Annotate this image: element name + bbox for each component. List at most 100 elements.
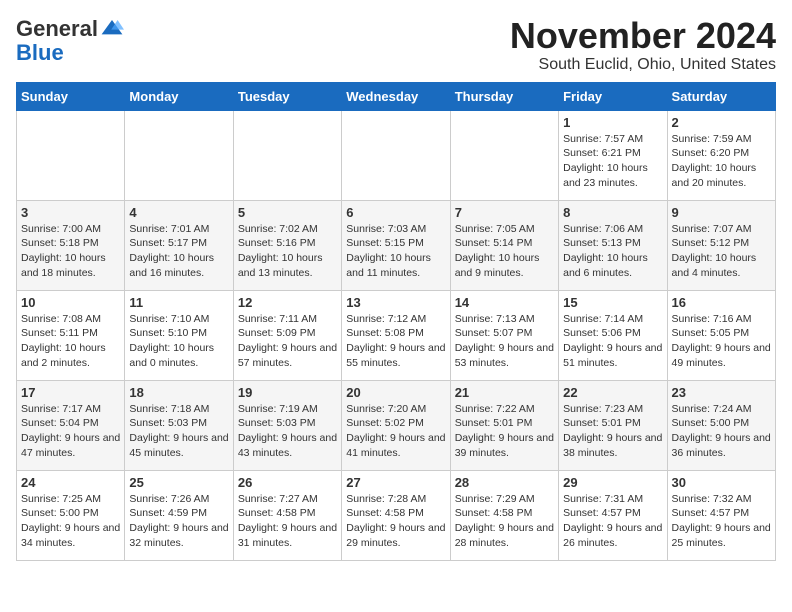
page-title: November 2024 [510, 16, 776, 56]
day-info: Sunrise: 7:02 AMSunset: 5:16 PMDaylight:… [238, 222, 337, 281]
weekday-header: Saturday [667, 82, 775, 110]
calendar-cell: 4 Sunrise: 7:01 AMSunset: 5:17 PMDaylight… [125, 200, 233, 290]
day-number: 18 [129, 385, 228, 400]
day-number: 8 [563, 205, 662, 220]
calendar-cell: 24 Sunrise: 7:25 AMSunset: 5:00 PMDayligh… [17, 470, 125, 560]
calendar-cell: 11 Sunrise: 7:10 AMSunset: 5:10 PMDayligh… [125, 290, 233, 380]
calendar-cell: 18 Sunrise: 7:18 AMSunset: 5:03 PMDayligh… [125, 380, 233, 470]
calendar-cell: 8Sunrise: 7:06 AMSunset: 5:13 PMDaylight… [559, 200, 667, 290]
day-number: 12 [238, 295, 337, 310]
calendar-cell: 2 Sunrise: 7:59 AMSunset: 6:20 PMDaylight… [667, 110, 775, 200]
day-number: 27 [346, 475, 445, 490]
calendar-table: SundayMondayTuesdayWednesdayThursdayFrid… [16, 82, 776, 561]
day-number: 23 [672, 385, 771, 400]
day-number: 15 [563, 295, 662, 310]
day-number: 20 [346, 385, 445, 400]
day-number: 16 [672, 295, 771, 310]
day-number: 28 [455, 475, 554, 490]
day-number: 25 [129, 475, 228, 490]
day-number: 21 [455, 385, 554, 400]
day-info: Sunrise: 7:27 AMSunset: 4:58 PMDaylight:… [238, 492, 337, 551]
calendar-cell: 26 Sunrise: 7:27 AMSunset: 4:58 PMDayligh… [233, 470, 341, 560]
day-info: Sunrise: 7:31 AMSunset: 4:57 PMDaylight:… [563, 492, 662, 551]
calendar-cell: 6 Sunrise: 7:03 AMSunset: 5:15 PMDaylight… [342, 200, 450, 290]
calendar-cell: 29Sunrise: 7:31 AMSunset: 4:57 PMDayligh… [559, 470, 667, 560]
day-info: Sunrise: 7:12 AMSunset: 5:08 PMDaylight:… [346, 312, 445, 371]
day-info: Sunrise: 7:01 AMSunset: 5:17 PMDaylight:… [129, 222, 228, 281]
calendar-cell [233, 110, 341, 200]
calendar-cell: 16 Sunrise: 7:16 AMSunset: 5:05 PMDayligh… [667, 290, 775, 380]
day-info: Sunrise: 7:03 AMSunset: 5:15 PMDaylight:… [346, 222, 445, 281]
day-number: 30 [672, 475, 771, 490]
calendar-cell: 23 Sunrise: 7:24 AMSunset: 5:00 PMDayligh… [667, 380, 775, 470]
logo: General Blue [16, 16, 124, 66]
calendar-cell: 22Sunrise: 7:23 AMSunset: 5:01 PMDayligh… [559, 380, 667, 470]
calendar-cell: 10 Sunrise: 7:08 AMSunset: 5:11 PMDayligh… [17, 290, 125, 380]
calendar-cell [17, 110, 125, 200]
day-number: 19 [238, 385, 337, 400]
day-info: Sunrise: 7:18 AMSunset: 5:03 PMDaylight:… [129, 402, 228, 461]
day-number: 6 [346, 205, 445, 220]
day-number: 9 [672, 205, 771, 220]
calendar-cell: 20 Sunrise: 7:20 AMSunset: 5:02 PMDayligh… [342, 380, 450, 470]
title-block: November 2024 South Euclid, Ohio, United… [510, 16, 776, 74]
calendar-cell: 27 Sunrise: 7:28 AMSunset: 4:58 PMDayligh… [342, 470, 450, 560]
day-info: Sunrise: 7:32 AMSunset: 4:57 PMDaylight:… [672, 492, 771, 551]
day-info: Sunrise: 7:20 AMSunset: 5:02 PMDaylight:… [346, 402, 445, 461]
calendar-cell: 5 Sunrise: 7:02 AMSunset: 5:16 PMDaylight… [233, 200, 341, 290]
day-info: Sunrise: 7:24 AMSunset: 5:00 PMDaylight:… [672, 402, 771, 461]
calendar-cell [125, 110, 233, 200]
day-number: 13 [346, 295, 445, 310]
calendar-cell: 14 Sunrise: 7:13 AMSunset: 5:07 PMDayligh… [450, 290, 558, 380]
calendar-cell: 25 Sunrise: 7:26 AMSunset: 4:59 PMDayligh… [125, 470, 233, 560]
calendar-cell: 17Sunrise: 7:17 AMSunset: 5:04 PMDayligh… [17, 380, 125, 470]
weekday-header: Thursday [450, 82, 558, 110]
weekday-header: Sunday [17, 82, 125, 110]
calendar-cell [450, 110, 558, 200]
calendar-cell: 30 Sunrise: 7:32 AMSunset: 4:57 PMDayligh… [667, 470, 775, 560]
calendar-cell: 9Sunrise: 7:07 AMSunset: 5:12 PMDaylight… [667, 200, 775, 290]
day-info: Sunrise: 7:23 AMSunset: 5:01 PMDaylight:… [563, 402, 662, 461]
page-header: General Blue November 2024 South Euclid,… [16, 16, 776, 74]
calendar-cell: 1 Sunrise: 7:57 AMSunset: 6:21 PMDaylight… [559, 110, 667, 200]
page-subtitle: South Euclid, Ohio, United States [510, 56, 776, 74]
day-info: Sunrise: 7:10 AMSunset: 5:10 PMDaylight:… [129, 312, 228, 371]
weekday-header: Friday [559, 82, 667, 110]
logo-general-text: General [16, 18, 98, 40]
calendar-cell: 7Sunrise: 7:05 AMSunset: 5:14 PMDaylight… [450, 200, 558, 290]
day-number: 4 [129, 205, 228, 220]
day-info: Sunrise: 7:22 AMSunset: 5:01 PMDaylight:… [455, 402, 554, 461]
day-info: Sunrise: 7:57 AMSunset: 6:21 PMDaylight:… [563, 132, 662, 191]
day-number: 26 [238, 475, 337, 490]
day-info: Sunrise: 7:16 AMSunset: 5:05 PMDaylight:… [672, 312, 771, 371]
day-info: Sunrise: 7:28 AMSunset: 4:58 PMDaylight:… [346, 492, 445, 551]
day-number: 10 [21, 295, 120, 310]
day-info: Sunrise: 7:59 AMSunset: 6:20 PMDaylight:… [672, 132, 771, 191]
weekday-header: Tuesday [233, 82, 341, 110]
day-info: Sunrise: 7:29 AMSunset: 4:58 PMDaylight:… [455, 492, 554, 551]
day-number: 14 [455, 295, 554, 310]
calendar-cell: 21 Sunrise: 7:22 AMSunset: 5:01 PMDayligh… [450, 380, 558, 470]
day-number: 5 [238, 205, 337, 220]
day-info: Sunrise: 7:14 AMSunset: 5:06 PMDaylight:… [563, 312, 662, 371]
day-info: Sunrise: 7:26 AMSunset: 4:59 PMDaylight:… [129, 492, 228, 551]
calendar-cell: 13 Sunrise: 7:12 AMSunset: 5:08 PMDayligh… [342, 290, 450, 380]
calendar-cell: 15 Sunrise: 7:14 AMSunset: 5:06 PMDayligh… [559, 290, 667, 380]
day-info: Sunrise: 7:05 AMSunset: 5:14 PMDaylight:… [455, 222, 554, 281]
calendar-cell: 28 Sunrise: 7:29 AMSunset: 4:58 PMDayligh… [450, 470, 558, 560]
calendar-cell: 19Sunrise: 7:19 AMSunset: 5:03 PMDayligh… [233, 380, 341, 470]
day-info: Sunrise: 7:25 AMSunset: 5:00 PMDaylight:… [21, 492, 120, 551]
day-number: 2 [672, 115, 771, 130]
day-number: 11 [129, 295, 228, 310]
calendar-cell [342, 110, 450, 200]
day-number: 3 [21, 205, 120, 220]
day-info: Sunrise: 7:13 AMSunset: 5:07 PMDaylight:… [455, 312, 554, 371]
day-number: 24 [21, 475, 120, 490]
calendar-header: SundayMondayTuesdayWednesdayThursdayFrid… [17, 82, 776, 110]
day-info: Sunrise: 7:17 AMSunset: 5:04 PMDaylight:… [21, 402, 120, 461]
day-number: 1 [563, 115, 662, 130]
day-info: Sunrise: 7:11 AMSunset: 5:09 PMDaylight:… [238, 312, 337, 371]
day-info: Sunrise: 7:08 AMSunset: 5:11 PMDaylight:… [21, 312, 120, 371]
weekday-header: Monday [125, 82, 233, 110]
day-info: Sunrise: 7:00 AMSunset: 5:18 PMDaylight:… [21, 222, 120, 281]
